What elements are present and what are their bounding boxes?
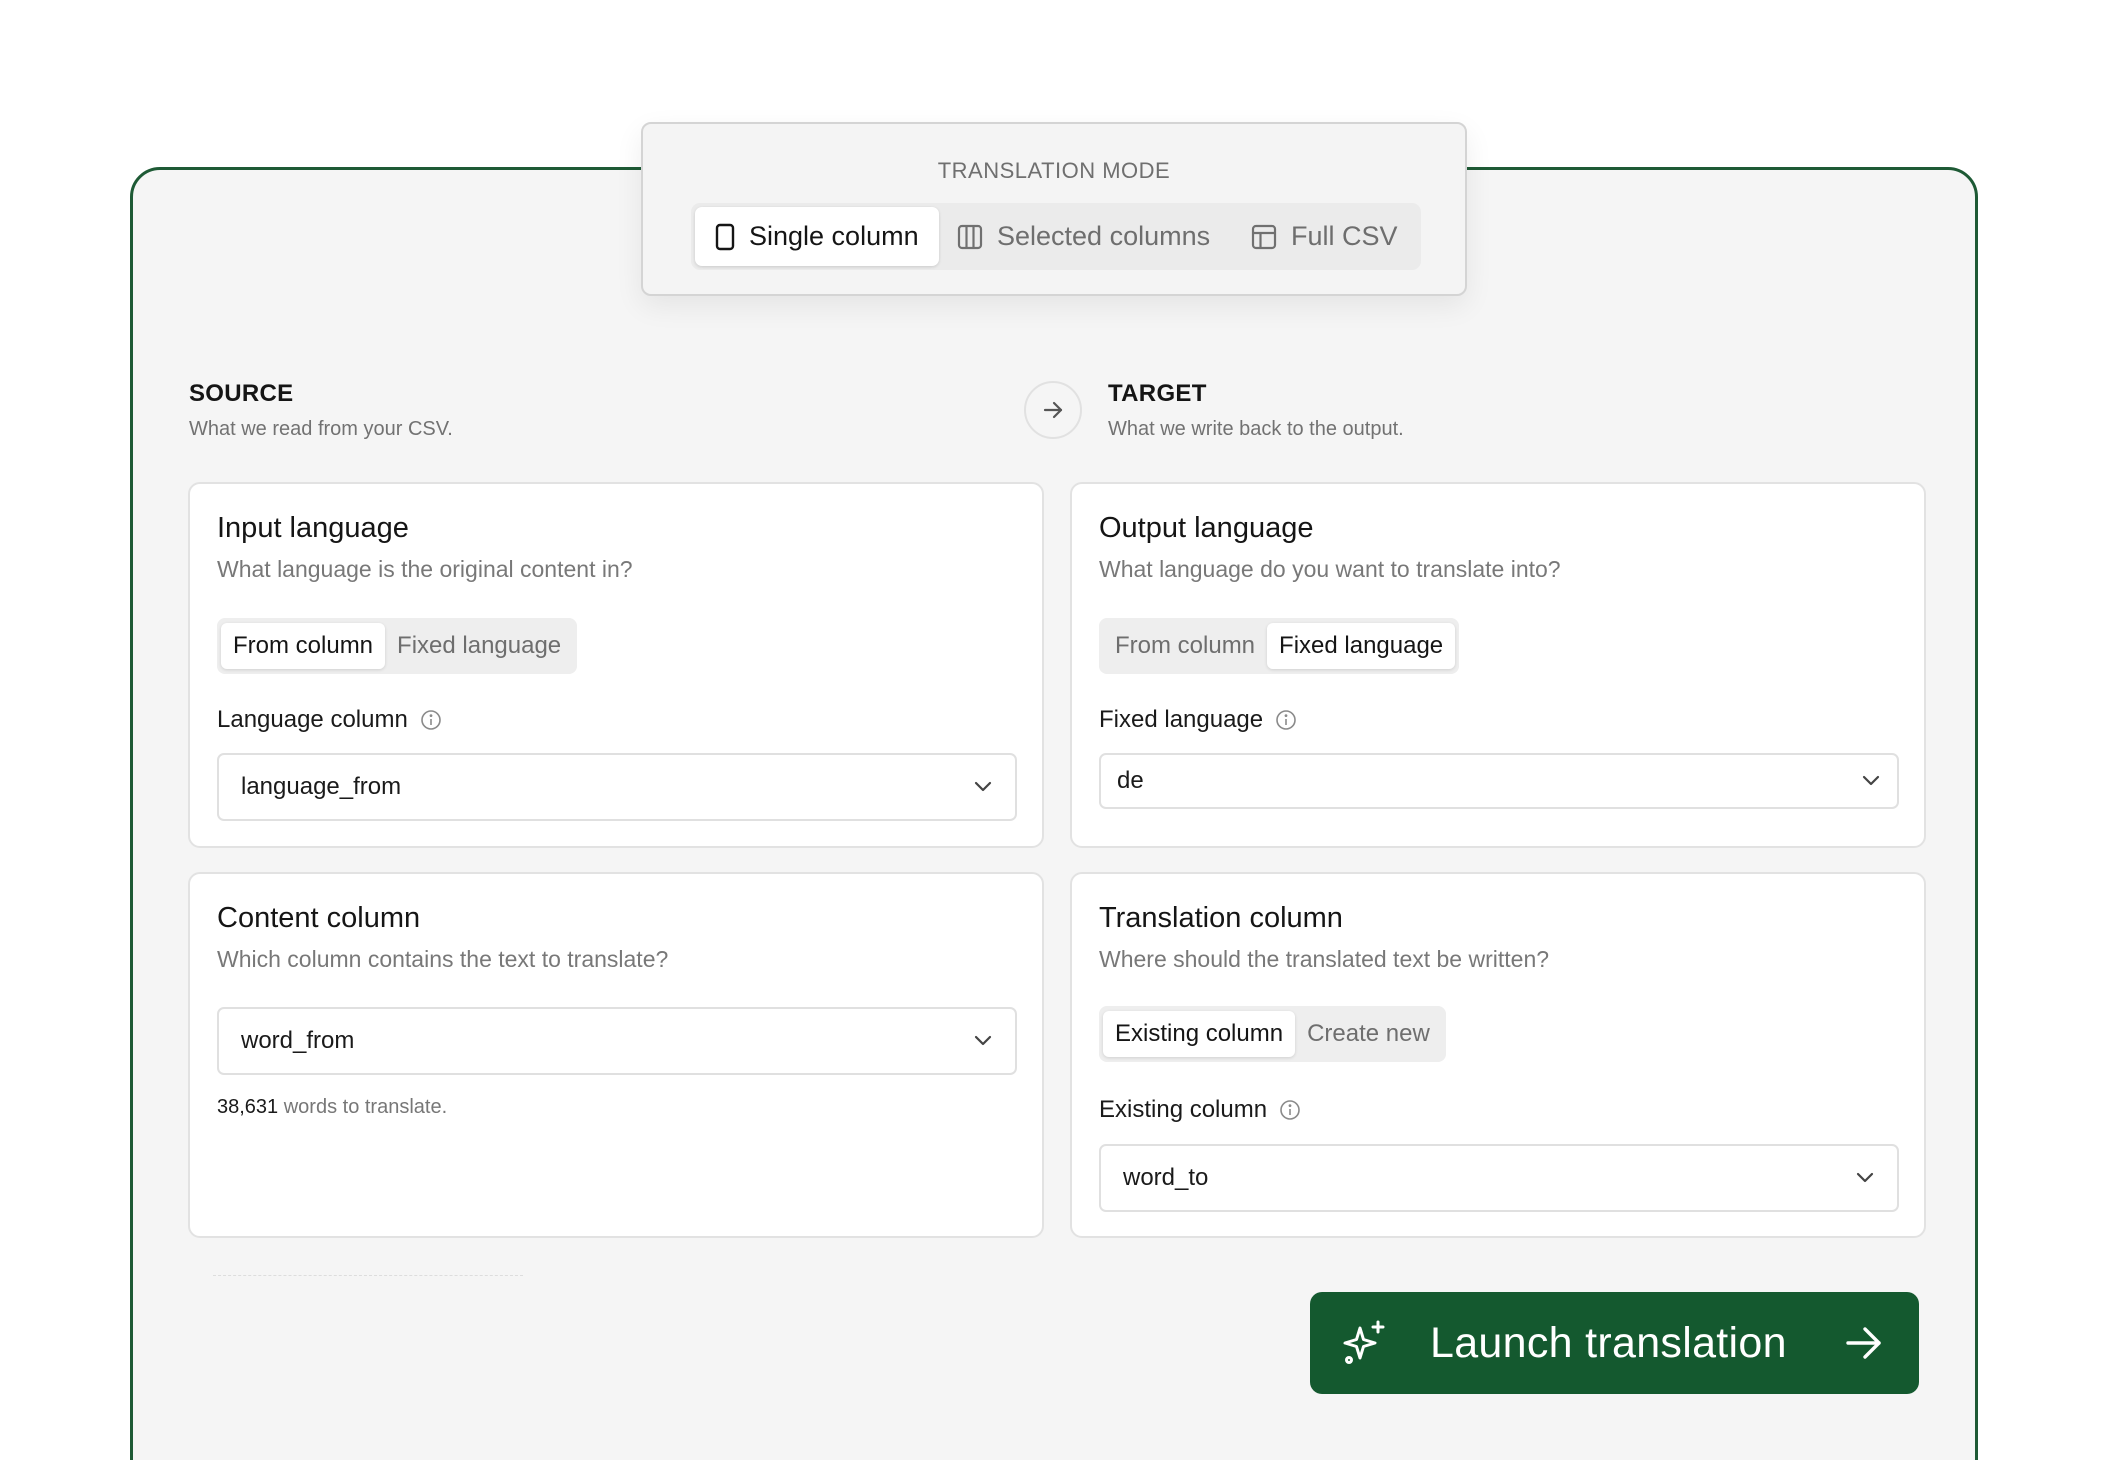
launch-translation-label: Launch translation (1430, 1318, 1787, 1367)
input-fixed-language-option[interactable]: Fixed language (385, 623, 573, 669)
existing-column-label-text: Existing column (1099, 1096, 1268, 1123)
output-language-card: Output language What language do you wan… (1070, 482, 1926, 848)
word-count: 38,631 words to translate. (217, 1096, 447, 1119)
fixed-language-value: de (1117, 767, 1144, 794)
fixed-language-label-text: Fixed language (1099, 706, 1264, 733)
content-column-value: word_from (241, 1027, 355, 1054)
arrow-right-icon (1043, 401, 1063, 419)
mode-single-column-label: Single column (749, 221, 919, 251)
fixed-language-label: Fixed language (1099, 706, 1297, 734)
chevron-down-icon (974, 781, 992, 792)
sparkles-icon (1343, 1320, 1385, 1364)
content-column-select[interactable]: word_from (217, 1007, 1017, 1075)
output-language-source-toggle: From column Fixed language (1099, 618, 1460, 674)
mode-selected-columns-label: Selected columns (997, 221, 1211, 251)
output-language-title: Output language (1099, 512, 1314, 544)
translation-column-toggle: Existing column Create new (1099, 1006, 1446, 1062)
chevron-down-icon (1856, 1172, 1874, 1183)
existing-column-option[interactable]: Existing column (1103, 1011, 1296, 1057)
fixed-language-select[interactable]: de (1099, 753, 1899, 809)
translation-column-card: Translation column Where should the tran… (1070, 872, 1926, 1238)
columns-icon (957, 224, 983, 249)
input-from-column-option[interactable]: From column (221, 623, 386, 669)
word-count-suffix: words to translate. (278, 1096, 448, 1118)
content-column-subtitle: Which column contains the text to transl… (217, 946, 669, 972)
target-subtitle: What we write back to the output. (1108, 418, 1404, 440)
info-icon[interactable] (420, 709, 442, 731)
source-to-target-arrow (1024, 381, 1082, 439)
input-language-card: Input language What language is the orig… (188, 482, 1044, 848)
word-count-number: 38,631 (217, 1096, 279, 1118)
content-column-title: Content column (217, 902, 421, 934)
mode-selected-columns[interactable]: Selected columns (957, 207, 1210, 266)
translation-column-title: Translation column (1099, 902, 1343, 934)
output-from-column-option[interactable]: From column (1103, 623, 1267, 669)
language-column-label-text: Language column (217, 706, 408, 733)
mode-single-column[interactable]: Single column (695, 207, 939, 266)
existing-column-select[interactable]: word_to (1099, 1144, 1899, 1212)
create-new-option[interactable]: Create new (1295, 1011, 1442, 1057)
input-language-subtitle: What language is the original content in… (217, 556, 633, 582)
source-title: SOURCE (189, 380, 294, 407)
language-column-value: language_from (241, 773, 402, 800)
launch-translation-button[interactable]: Launch translation (1310, 1292, 1919, 1394)
input-language-title: Input language (217, 512, 409, 544)
source-subtitle: What we read from your CSV. (189, 418, 453, 440)
chevron-down-icon (1862, 775, 1880, 786)
output-language-subtitle: What language do you want to translate i… (1099, 556, 1561, 582)
existing-column-label: Existing column (1099, 1096, 1301, 1124)
language-column-select[interactable]: language_from (217, 753, 1017, 821)
arrow-right-icon (1846, 1327, 1881, 1359)
content-column-card: Content column Which column contains the… (188, 872, 1044, 1238)
translation-mode-box: TRANSLATION MODE Single column Selected … (641, 122, 1467, 296)
mode-full-csv-label: Full CSV (1291, 221, 1398, 251)
phone-icon (715, 223, 735, 250)
translation-mode-label: TRANSLATION MODE (937, 158, 1171, 183)
output-fixed-language-option[interactable]: Fixed language (1267, 623, 1456, 669)
target-heading: TARGET What we write back to the output. (1108, 380, 1404, 441)
source-heading: SOURCE What we read from your CSV. (189, 380, 453, 441)
target-title: TARGET (1108, 380, 1207, 407)
info-icon[interactable] (1279, 1099, 1301, 1121)
divider (213, 1275, 523, 1276)
translation-column-subtitle: Where should the translated text be writ… (1099, 946, 1550, 972)
mode-full-csv[interactable]: Full CSV (1251, 207, 1398, 266)
translation-mode-toggle: Single column Selected columns Full CSV (691, 203, 1421, 270)
language-column-label: Language column (217, 706, 442, 734)
input-language-source-toggle: From column Fixed language (217, 618, 578, 674)
info-icon[interactable] (1275, 709, 1297, 731)
existing-column-value: word_to (1123, 1164, 1209, 1191)
chevron-down-icon (974, 1035, 992, 1046)
table-icon (1251, 224, 1277, 249)
